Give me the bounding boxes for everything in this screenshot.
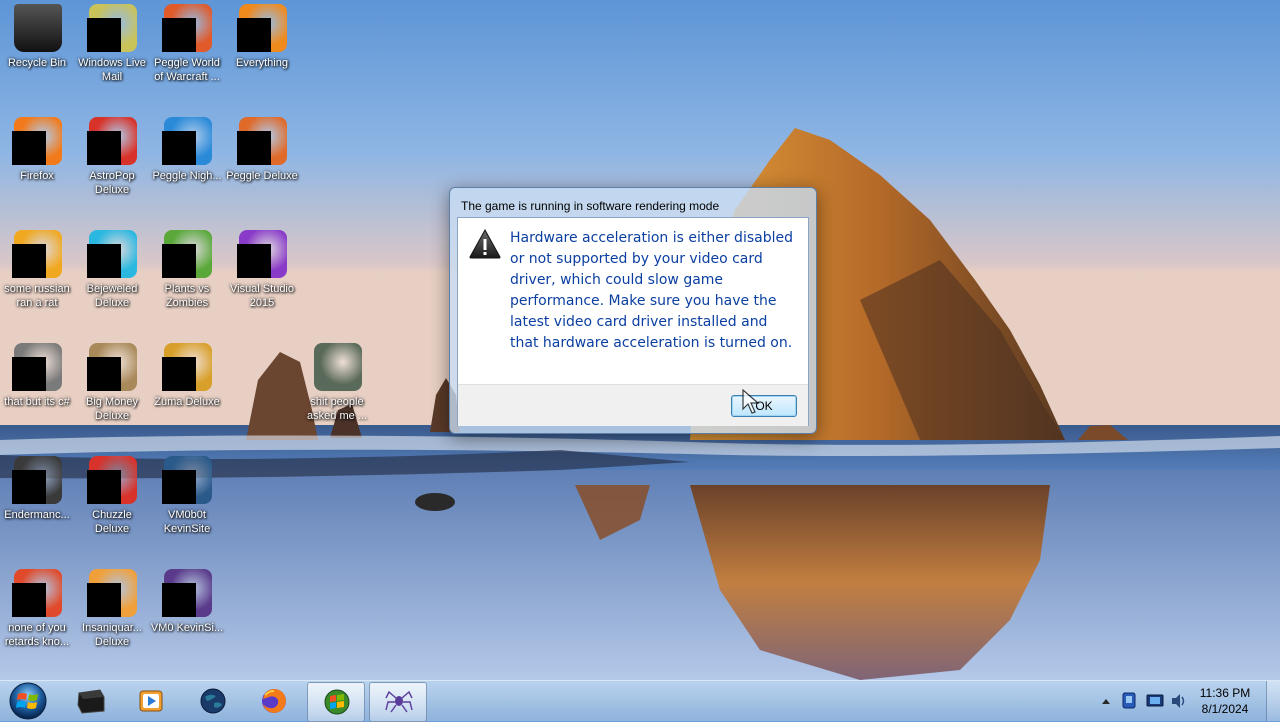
- desktop-icon-label: Peggle World of Warcraft ...: [154, 57, 220, 83]
- zuma-icon: [162, 343, 212, 393]
- dialog-content: Hardware acceleration is either disabled…: [458, 218, 808, 383]
- desktop-icon-label: some russian ran a rat: [4, 283, 70, 309]
- desktop-icon-label: Firefox: [20, 170, 54, 182]
- desktop-icon-label: Windows Live Mail: [78, 57, 146, 83]
- taskbar-item-firefox[interactable]: [245, 682, 301, 720]
- media-player-icon: [139, 690, 163, 712]
- dialog-footer: OK: [458, 384, 808, 426]
- folder-icon: [312, 343, 362, 393]
- desktop-icon-file[interactable]: some russian ran a rat: [0, 230, 74, 310]
- desktop-icon-insaniquarium[interactable]: Insaniquar... Deluxe: [75, 569, 149, 649]
- show-hidden-icons-icon: [1102, 699, 1110, 704]
- desktop-icon-label: Zuma Deluxe: [154, 396, 220, 408]
- system-tray: [1102, 692, 1185, 709]
- desktop-icon-label: Peggle Nigh...: [152, 170, 222, 182]
- desktop-icon-label: VM0b0t KevinSite: [163, 509, 211, 535]
- pvz-icon: [162, 230, 212, 280]
- peggle-deluxe-icon: [237, 117, 287, 167]
- desktop-icon-chrome-like[interactable]: none of you retards kno...: [0, 569, 74, 649]
- chuzzle-icon: [87, 456, 137, 506]
- desktop-icon-visual-studio[interactable]: Visual Studio 2015: [225, 230, 299, 310]
- desktop-icon-label: VM0 KevinSi...: [150, 622, 224, 634]
- desktop-icon-label: Chuzzle Deluxe: [92, 509, 132, 535]
- recycle-bin-icon: [12, 4, 62, 54]
- message-dialog: The game is running in software renderin…: [449, 187, 817, 434]
- desktop-icon-big-money[interactable]: Big Money Deluxe: [75, 343, 149, 423]
- volume-icon: [1172, 694, 1185, 708]
- everything-icon: [237, 4, 287, 54]
- desktop-icon-vm[interactable]: VM0b0t KevinSite: [150, 456, 224, 536]
- show-desktop-button[interactable]: [1266, 681, 1280, 721]
- peggle-icon: [162, 4, 212, 54]
- taskbar-item-windows-game[interactable]: [307, 682, 365, 722]
- desktop-icon-label: Insaniquar... Deluxe: [82, 622, 142, 648]
- desktop-icon-mail[interactable]: Windows Live Mail: [75, 4, 149, 84]
- desktop-icon-endermanch[interactable]: Endermanc...: [0, 456, 74, 522]
- desktop-icon-peggle[interactable]: Peggle World of Warcraft ...: [150, 4, 224, 84]
- desktop-icon-vm2[interactable]: VM0 KevinSi...: [150, 569, 224, 635]
- desktop-icon-astropop[interactable]: AstroPop Deluxe: [75, 117, 149, 197]
- desktop-icon-label: Everything: [236, 57, 288, 69]
- firefox-icon: [262, 689, 286, 713]
- dialog-title: The game is running in software renderin…: [461, 199, 720, 213]
- bejeweled-icon: [87, 230, 137, 280]
- desktop-icon-label: Bejeweled Deluxe: [86, 283, 138, 309]
- display-icon: [1146, 694, 1164, 707]
- desktop-icon-label: Visual Studio 2015: [229, 283, 294, 309]
- desktop-icon-bejeweled[interactable]: Bejeweled Deluxe: [75, 230, 149, 310]
- clock-date: 8/1/2024: [1201, 702, 1249, 716]
- start-button[interactable]: [4, 681, 52, 721]
- taskbar-item-media[interactable]: [122, 682, 178, 720]
- desktop-icon-zuma[interactable]: Zuma Deluxe: [150, 343, 224, 409]
- dialog-body: Hardware acceleration is either disabled…: [457, 217, 809, 426]
- visual-studio-icon: [237, 230, 287, 280]
- desktop-icon-peggle-deluxe[interactable]: Peggle Deluxe: [225, 117, 299, 183]
- desktop-icon-everything[interactable]: Everything: [225, 4, 299, 70]
- chrome-like-icon: [12, 569, 62, 619]
- desktop-icon-folder[interactable]: shit people asked me ...: [300, 343, 374, 423]
- desktop-icon-label: none of you retards kno...: [4, 622, 70, 648]
- clock-time: 11:36 PM: [1199, 686, 1251, 700]
- black-box-icon: [77, 689, 105, 714]
- spider-icon: [385, 690, 413, 713]
- desktop-icon-label: Plants vs Zombies: [164, 283, 210, 309]
- astropop-icon: [87, 117, 137, 167]
- desktop-icon-recycle-bin[interactable]: Recycle Bin: [0, 4, 74, 70]
- windows-flag-icon: [324, 689, 350, 715]
- firefox-icon: [12, 117, 62, 167]
- desktop-icon-peggle-nights[interactable]: Peggle Nigh...: [150, 117, 224, 183]
- dialog-message: Hardware acceleration is either disabled…: [510, 230, 793, 351]
- taskbar: 11:36 PM 8/1/2024: [0, 680, 1280, 722]
- file-icon: [12, 230, 62, 280]
- mail-icon: [87, 4, 137, 54]
- desktop-icon-label: Recycle Bin: [7, 57, 67, 69]
- desktop-icon-label: AstroPop Deluxe: [89, 170, 135, 196]
- desktop-icon-chuzzle[interactable]: Chuzzle Deluxe: [75, 456, 149, 536]
- big-money-icon: [87, 343, 137, 393]
- desktop-icon-shortcut[interactable]: that but its c#: [0, 343, 74, 409]
- desktop-icon-label: Big Money Deluxe: [86, 396, 138, 422]
- globe-icon: [200, 688, 226, 714]
- network-icon: [1122, 692, 1136, 709]
- taskbar-item-spider[interactable]: [369, 682, 427, 722]
- desktop-icon-label: shit people asked me ...: [307, 396, 367, 422]
- vm-icon: [162, 456, 212, 506]
- taskbar-item-globe[interactable]: [184, 682, 240, 720]
- desktop-icon-label: that but its c#: [4, 396, 70, 408]
- desktop-icon-firefox[interactable]: Firefox: [0, 117, 74, 183]
- insaniquarium-icon: [87, 569, 137, 619]
- shortcut-icon: [12, 343, 62, 393]
- desktop-icon-label: Peggle Deluxe: [226, 170, 298, 182]
- endermanch-icon: [12, 456, 62, 506]
- taskbar-item-app1[interactable]: [62, 682, 118, 720]
- ok-button[interactable]: OK: [731, 395, 797, 417]
- warning-icon: [469, 229, 501, 259]
- desktop-icon-pvz[interactable]: Plants vs Zombies: [150, 230, 224, 310]
- vm2-icon: [162, 569, 212, 619]
- peggle-nights-icon: [162, 117, 212, 167]
- system-clock[interactable]: 11:36 PM 8/1/2024: [1190, 685, 1260, 717]
- desktop-icon-label: Endermanc...: [4, 509, 70, 521]
